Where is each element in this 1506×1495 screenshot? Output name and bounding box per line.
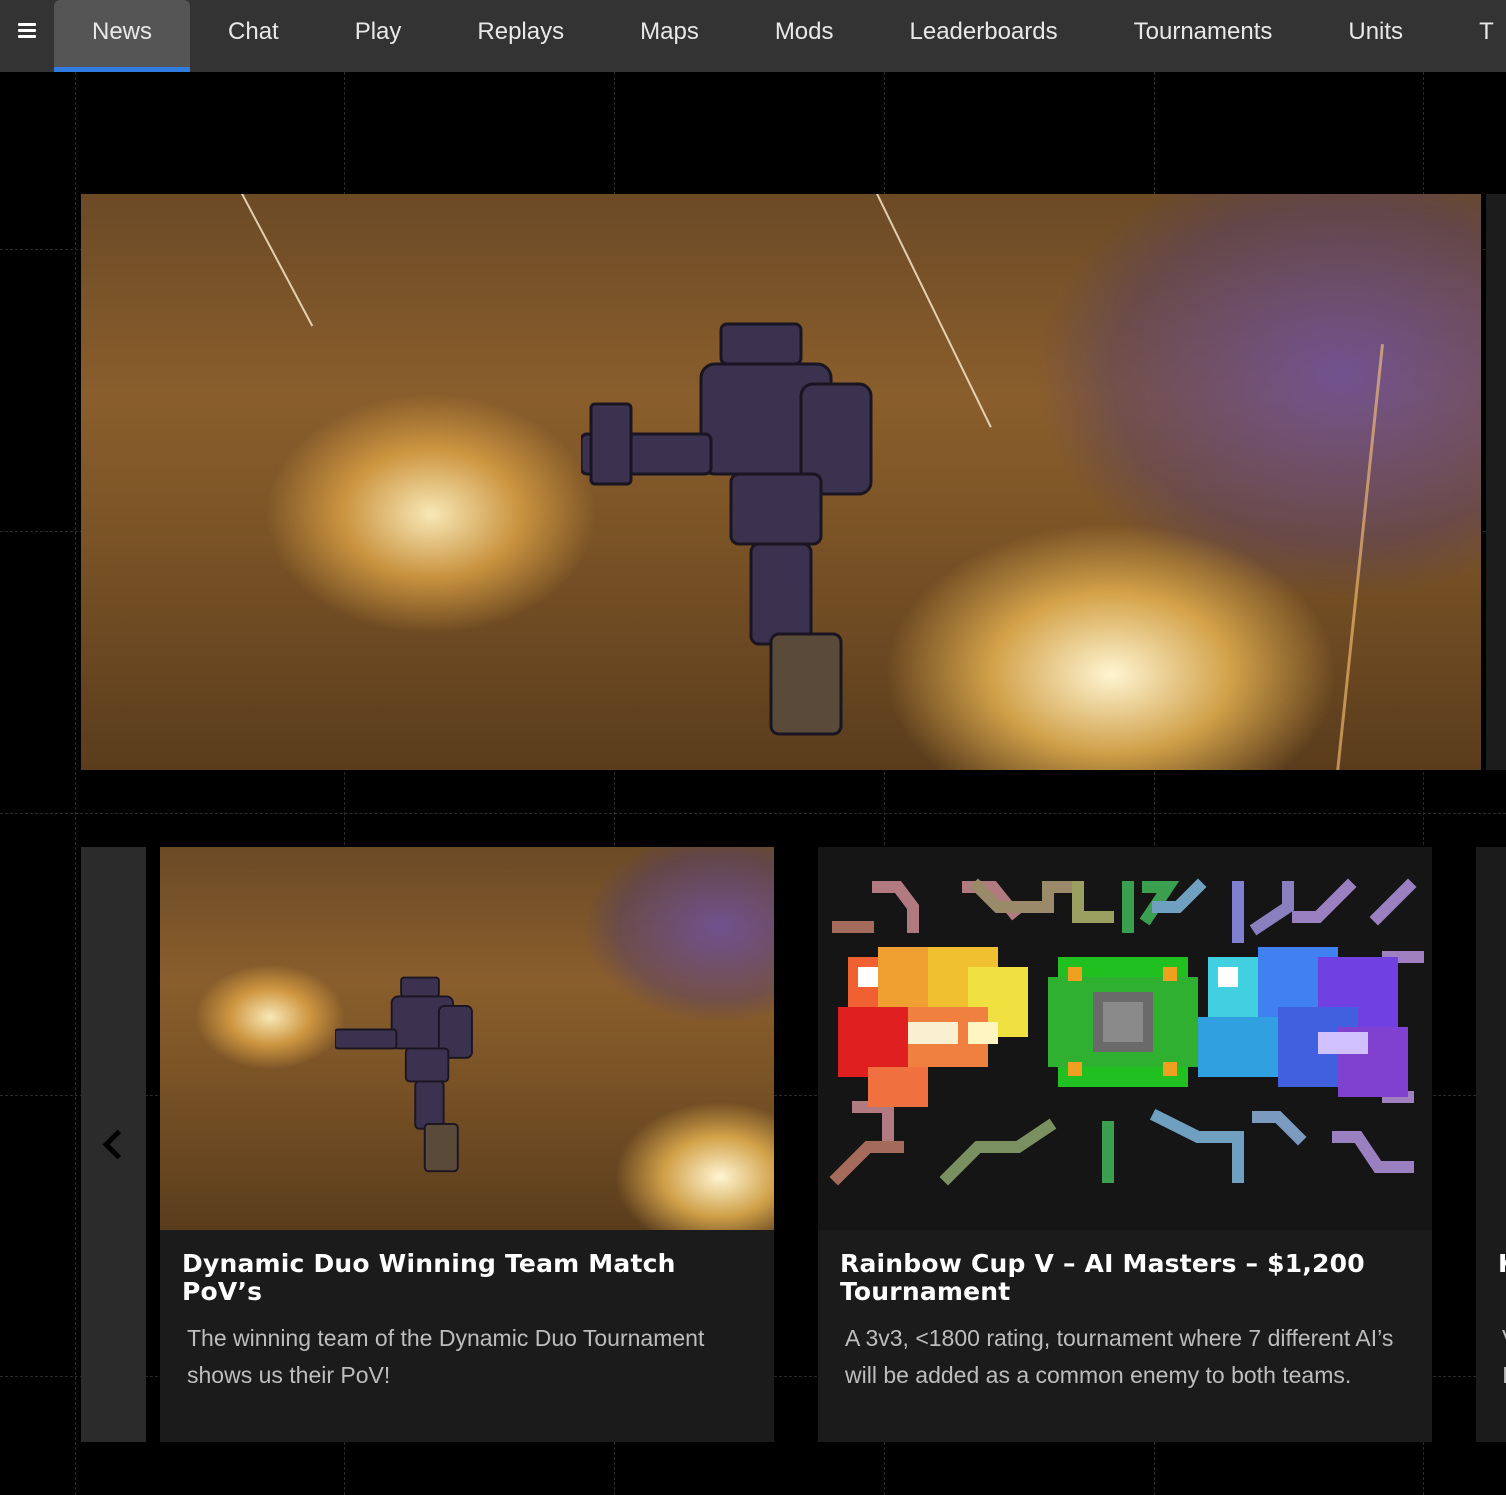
news-card-description: The winning team of the Dynamic Duo Tour…: [187, 1325, 705, 1388]
tab-maps[interactable]: Maps: [602, 0, 737, 72]
tab-units[interactable]: Units: [1310, 0, 1441, 72]
tab-tournaments[interactable]: Tournaments: [1096, 0, 1311, 72]
news-card-title: Rainbow Cup V – AI Masters – $1,200 Tour…: [840, 1249, 1365, 1306]
tab-overflow[interactable]: T: [1441, 0, 1494, 72]
pixel-art-ai-masters-image: [829, 878, 1424, 1186]
laser-beam: [1336, 344, 1384, 770]
mech-robot-figure: [335, 976, 473, 1173]
top-nav-bar: News Chat Play Replays Maps Mods Leaderb…: [0, 0, 1506, 72]
tab-leaderboards[interactable]: Leaderboards: [872, 0, 1096, 72]
news-card-title: Dynamic Duo Winning Team Match PoV’s: [182, 1249, 676, 1306]
hero-banner-image[interactable]: [81, 194, 1481, 770]
laser-beam: [241, 194, 314, 327]
news-card-dynamic-duo[interactable]: Dynamic Duo Winning Team Match PoV’s The…: [160, 847, 774, 1442]
hero-next-slide-edge: [1486, 194, 1506, 770]
tab-news[interactable]: News: [54, 0, 191, 72]
tab-replays[interactable]: Replays: [439, 0, 602, 72]
tab-play[interactable]: Play: [317, 0, 440, 72]
news-card-rainbow-cup[interactable]: Rainbow Cup V – AI Masters – $1,200 Tour…: [818, 847, 1432, 1442]
carousel-prev-button[interactable]: [81, 847, 146, 1442]
menu-button[interactable]: [0, 0, 54, 72]
news-card-image: [818, 847, 1432, 1230]
news-card-image: [1476, 847, 1506, 1230]
tab-chat[interactable]: Chat: [190, 0, 317, 72]
news-card-partial[interactable]: K V I: [1476, 847, 1506, 1442]
news-card-image: [160, 847, 774, 1230]
tab-mods[interactable]: Mods: [737, 0, 872, 72]
hamburger-menu-icon: [18, 23, 36, 39]
news-card-description: A 3v3, <1800 rating, tournament where 7 …: [845, 1325, 1394, 1388]
chevron-left-icon: [102, 1129, 133, 1160]
mech-robot-figure: [581, 322, 873, 736]
